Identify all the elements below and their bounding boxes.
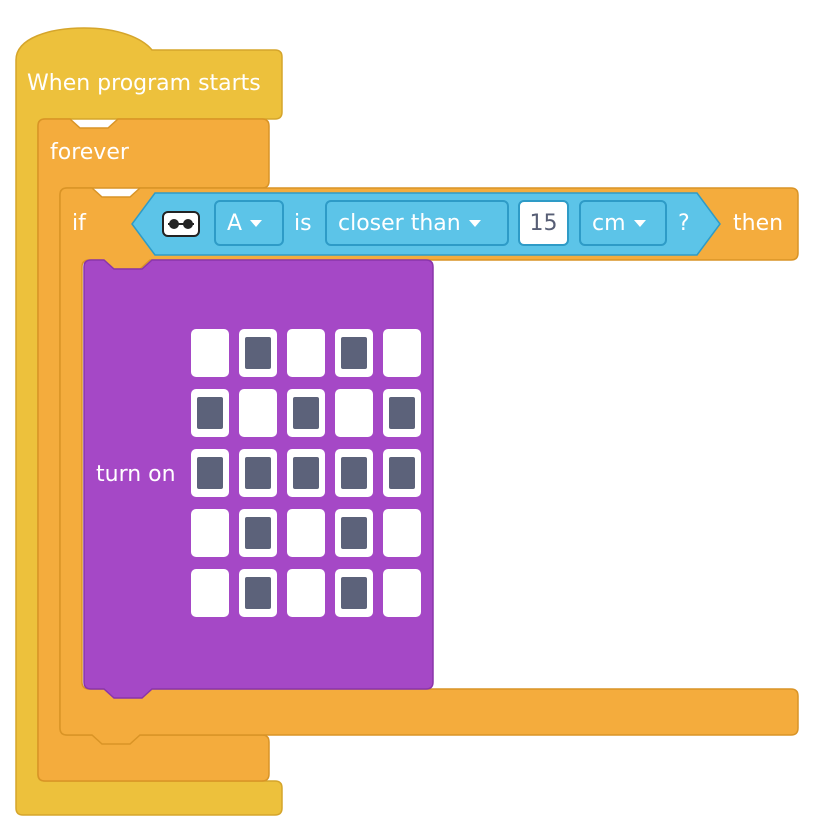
- matrix-pixel-r1-c4[interactable]: [335, 329, 373, 377]
- unit-dropdown[interactable]: cm: [579, 200, 667, 246]
- matrix-pixel-r3-c1[interactable]: [191, 449, 229, 497]
- matrix-pixel-r3-c5[interactable]: [383, 449, 421, 497]
- matrix-pixel-r4-c3[interactable]: [287, 509, 325, 557]
- matrix-pixel-r2-c4[interactable]: [335, 389, 373, 437]
- port-value: A: [227, 210, 243, 236]
- port-dropdown[interactable]: A: [214, 200, 284, 246]
- distance-sensor-icon: [162, 211, 200, 237]
- comparison-value: closer than: [338, 210, 461, 236]
- matrix-pixel-r4-c5[interactable]: [383, 509, 421, 557]
- matrix-pixel-r2-c1[interactable]: [191, 389, 229, 437]
- if-label: if: [72, 211, 86, 236]
- matrix-pixel-r1-c5[interactable]: [383, 329, 421, 377]
- matrix-pixel-r4-c2[interactable]: [239, 509, 277, 557]
- matrix-pixel-r5-c3[interactable]: [287, 569, 325, 617]
- chevron-down-icon: [250, 219, 263, 227]
- question-mark-label: ?: [678, 211, 690, 236]
- matrix-pixel-r4-c1[interactable]: [191, 509, 229, 557]
- matrix-pixel-r3-c4[interactable]: [335, 449, 373, 497]
- is-label: is: [294, 211, 312, 236]
- matrix-pixel-r2-c3[interactable]: [287, 389, 325, 437]
- forever-label: forever: [50, 140, 129, 165]
- matrix-pixel-r5-c4[interactable]: [335, 569, 373, 617]
- when-program-starts-label: When program starts: [27, 71, 261, 96]
- comparison-dropdown[interactable]: closer than: [325, 200, 509, 246]
- distance-value-input[interactable]: 15: [518, 200, 569, 246]
- matrix-pixel-r2-c5[interactable]: [383, 389, 421, 437]
- turn-on-label: turn on: [96, 462, 176, 487]
- unit-value: cm: [592, 210, 626, 236]
- matrix-pixel-r1-c2[interactable]: [239, 329, 277, 377]
- matrix-pixel-r5-c5[interactable]: [383, 569, 421, 617]
- matrix-pixel-r5-c2[interactable]: [239, 569, 277, 617]
- matrix-pixel-r3-c3[interactable]: [287, 449, 325, 497]
- matrix-pixel-r1-c1[interactable]: [191, 329, 229, 377]
- matrix-pixel-r1-c3[interactable]: [287, 329, 325, 377]
- matrix-pixel-r4-c4[interactable]: [335, 509, 373, 557]
- chevron-down-icon: [633, 219, 646, 227]
- then-label: then: [733, 211, 784, 236]
- matrix-pixel-r5-c1[interactable]: [191, 569, 229, 617]
- matrix-pixel-r3-c2[interactable]: [239, 449, 277, 497]
- chevron-down-icon: [468, 219, 481, 227]
- matrix-pixel-r2-c2[interactable]: [239, 389, 277, 437]
